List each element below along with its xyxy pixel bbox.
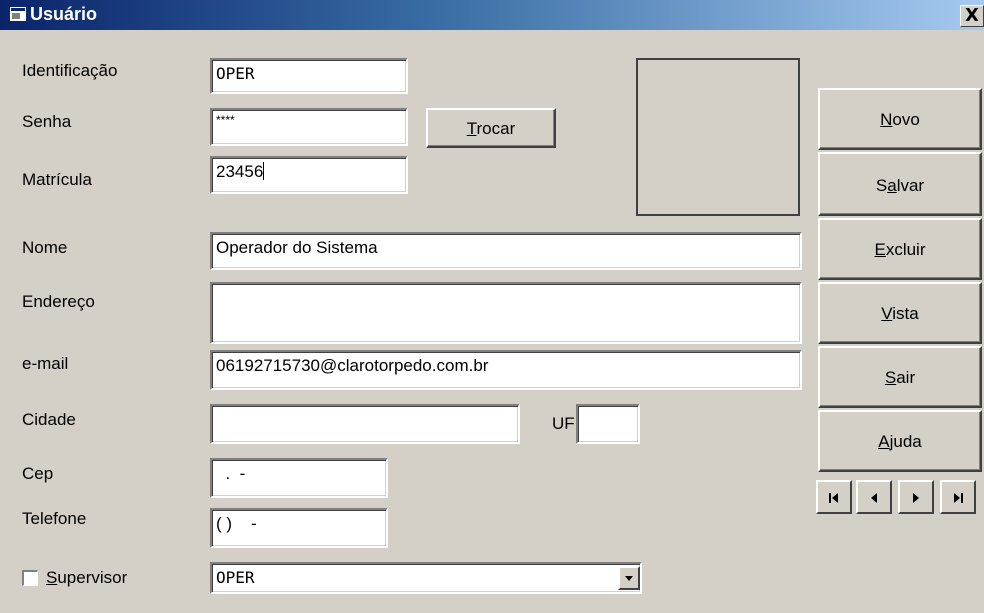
first-record-icon <box>829 493 838 503</box>
label-nome: Nome <box>22 238 68 257</box>
ajuda-button[interactable]: Ajuda <box>818 410 982 472</box>
app-window-icon <box>10 7 26 21</box>
novo-button[interactable]: Novo <box>818 88 982 150</box>
vista-button[interactable]: Vista <box>818 282 982 344</box>
supervisor-checkbox[interactable] <box>22 570 38 586</box>
previous-record-icon <box>871 493 877 503</box>
cidade-field[interactable] <box>210 404 520 444</box>
photo-frame <box>636 58 800 216</box>
next-record-button[interactable] <box>898 480 934 514</box>
telefone-field[interactable]: ( ) - <box>210 508 388 548</box>
previous-record-button[interactable] <box>856 480 892 514</box>
label-matricula: Matrícula <box>22 170 92 189</box>
supervisor-select[interactable]: OPER <box>210 562 642 594</box>
label-cidade: Cidade <box>22 410 76 429</box>
label-email: e-mail <box>22 354 69 373</box>
next-record-icon <box>913 493 919 503</box>
last-record-button[interactable] <box>940 480 976 514</box>
label-senha: Senha <box>22 112 72 131</box>
chevron-down-icon <box>625 576 633 581</box>
salvar-button[interactable]: Salvar <box>818 152 982 216</box>
nome-field[interactable]: Operador do Sistema <box>210 232 802 270</box>
senha-field[interactable]: **** <box>210 108 408 146</box>
excluir-button[interactable]: Excluir <box>818 218 982 280</box>
matricula-value: 23456 <box>216 162 264 181</box>
trocar-button[interactable]: Trocar <box>426 108 556 148</box>
label-telefone: Telefone <box>22 509 87 528</box>
identificacao-field[interactable]: OPER <box>210 58 408 94</box>
close-button[interactable]: X <box>960 5 984 27</box>
supervisor-label[interactable]: Supervisor <box>46 568 127 588</box>
last-record-icon <box>954 493 963 503</box>
email-field[interactable]: 06192715730@clarotorpedo.com.br <box>210 350 802 390</box>
label-uf: UF <box>552 414 575 433</box>
label-cep: Cep <box>22 464 54 483</box>
dropdown-button[interactable] <box>618 566 640 590</box>
label-endereco: Endereço <box>22 292 95 311</box>
endereco-field[interactable] <box>210 282 802 344</box>
label-identificacao: Identificação <box>22 61 118 80</box>
title-bar: Usuário X <box>0 0 984 30</box>
sair-button[interactable]: Sair <box>818 346 982 408</box>
window-title: Usuário <box>30 4 98 24</box>
first-record-button[interactable] <box>816 480 852 514</box>
uf-field[interactable] <box>576 404 640 444</box>
text-caret <box>263 162 265 180</box>
matricula-field[interactable]: 23456 <box>210 156 408 194</box>
cep-field[interactable]: . - <box>210 458 388 498</box>
